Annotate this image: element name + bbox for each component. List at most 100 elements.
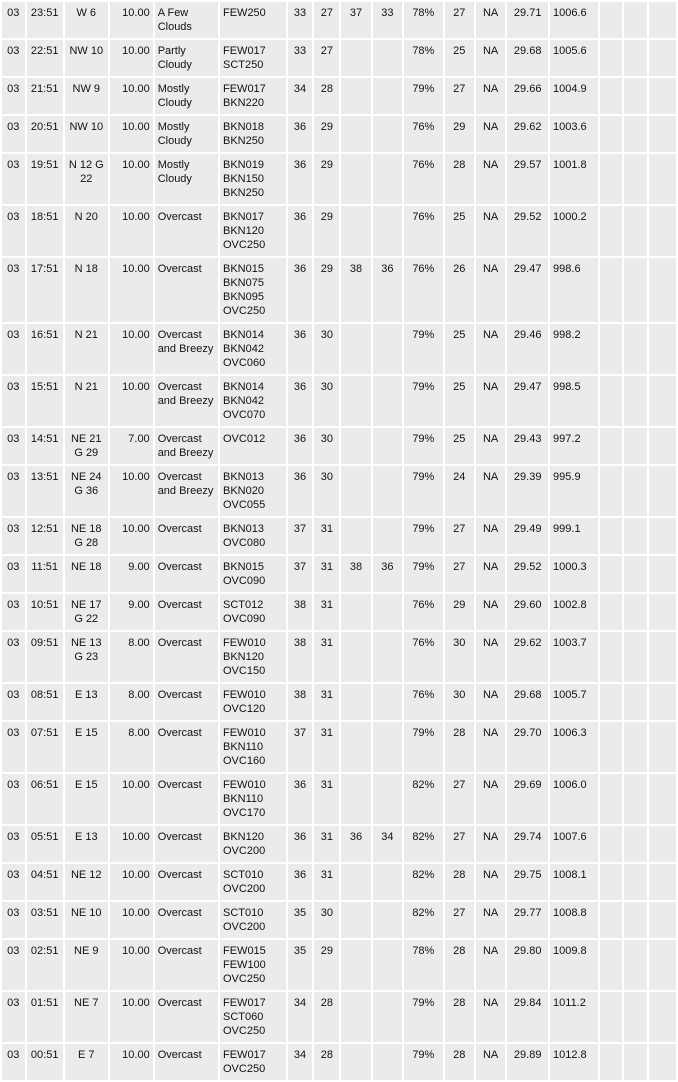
min-temp-value: 34 [372,826,403,862]
precip-1hr-value [599,206,623,256]
weather-value: Overcast [154,632,218,682]
precip-6hr-value [648,940,676,990]
precip-6hr-value [648,324,676,374]
sky-layer: OVC200 [223,845,266,857]
sky-layer: OVC012 [223,433,266,445]
air-temp-value: 36 [287,154,313,204]
visibility-value: 10.00 [109,376,153,426]
wind-chill-value: 28 [444,992,474,1042]
sky-layer: FEW017 [223,1049,266,1061]
precip-1hr-value [599,78,623,114]
min-temp-value [372,40,403,76]
precip-3hr-value [624,40,647,76]
precip-6hr-value [648,116,676,152]
observation-time: 10:51 [26,594,63,630]
wind-value: NW 9 [64,78,108,114]
precip-1hr-value [599,2,623,38]
sky-condition-value: FEW010 BKN120 OVC150 [220,632,286,682]
wind-value: E 13 [64,684,108,720]
observation-time: 12:51 [26,518,63,554]
observation-date: 03 [2,258,25,322]
sky-layer: FEW010 [223,689,266,701]
min-temp-value [372,722,403,772]
weather-value: Overcast [154,1044,218,1080]
observation-date: 03 [2,428,25,464]
table-row: 03 05:51 E 13 10.00 Overcast BKN120 OVC200 36 31… [2,826,676,862]
wind-value: NE 18 [64,556,108,592]
heat-index-value: NA [475,632,506,682]
visibility-value: 10.00 [109,2,153,38]
wind-value: NW 10 [64,40,108,76]
precip-6hr-value [648,864,676,900]
altimeter-value: 29.68 [507,40,549,76]
sky-condition-value: FEW015 FEW100 OVC250 [220,940,286,990]
min-temp-value [372,206,403,256]
sky-layer: OVC160 [223,755,266,767]
sky-layer: BKN042 [223,343,264,355]
observation-time: 20:51 [26,116,63,152]
visibility-value: 8.00 [109,632,153,682]
max-temp-value [341,376,371,426]
visibility-value: 10.00 [109,40,153,76]
sea-level-pressure-value: 998.6 [550,258,598,322]
sky-layer: OVC070 [223,409,266,421]
sea-level-pressure-value: 1007.6 [550,826,598,862]
observation-time: 16:51 [26,324,63,374]
precip-3hr-value [624,376,647,426]
air-temp-value: 37 [287,722,313,772]
air-temp-value: 33 [287,40,313,76]
wind-chill-value: 30 [444,632,474,682]
observation-date: 03 [2,206,25,256]
observation-time: 17:51 [26,258,63,322]
dewpoint-value: 31 [314,722,340,772]
table-row: 03 15:51 N 21 10.00 Overcast and Breezy BKN01… [2,376,676,426]
observation-date: 03 [2,940,25,990]
min-temp-value [372,902,403,938]
dewpoint-value: 30 [314,902,340,938]
weather-value: Mostly Cloudy [154,78,218,114]
relative-humidity-value: 78% [404,2,443,38]
sea-level-pressure-value: 1006.0 [550,774,598,824]
max-temp-value [341,864,371,900]
observation-date: 03 [2,722,25,772]
min-temp-value: 33 [372,2,403,38]
sky-condition-value: BKN017 BKN120 OVC250 [220,206,286,256]
sky-layer: OVC090 [223,613,266,625]
visibility-value: 10.00 [109,864,153,900]
relative-humidity-value: 78% [404,940,443,990]
altimeter-value: 29.66 [507,78,549,114]
altimeter-value: 29.43 [507,428,549,464]
dewpoint-value: 28 [314,78,340,114]
sea-level-pressure-value: 998.5 [550,376,598,426]
min-temp-value [372,992,403,1042]
table-row: 03 09:51 NE 13 G 23 8.00 Overcast FEW010 BKN12… [2,632,676,682]
relative-humidity-value: 79% [404,466,443,516]
relative-humidity-value: 79% [404,376,443,426]
wind-chill-value: 27 [444,902,474,938]
precip-3hr-value [624,722,647,772]
sky-condition-value: FEW017 OVC250 [220,1044,286,1080]
dewpoint-value: 31 [314,518,340,554]
sea-level-pressure-value: 998.2 [550,324,598,374]
visibility-value: 10.00 [109,518,153,554]
altimeter-value: 29.57 [507,154,549,204]
sky-layer: FEW010 [223,727,266,739]
weather-value: Overcast [154,902,218,938]
precip-3hr-value [624,992,647,1042]
air-temp-value: 36 [287,376,313,426]
heat-index-value: NA [475,594,506,630]
wind-chill-value: 30 [444,684,474,720]
sky-condition-value: BKN015 OVC090 [220,556,286,592]
precip-6hr-value [648,154,676,204]
sea-level-pressure-value: 999.1 [550,518,598,554]
observation-date: 03 [2,774,25,824]
precip-6hr-value [648,902,676,938]
dewpoint-value: 28 [314,992,340,1042]
sky-layer: SCT250 [223,59,264,71]
weather-value: Overcast [154,774,218,824]
min-temp-value [372,466,403,516]
precip-1hr-value [599,40,623,76]
air-temp-value: 34 [287,78,313,114]
sky-layer: BKN250 [223,135,264,147]
observation-time: 22:51 [26,40,63,76]
